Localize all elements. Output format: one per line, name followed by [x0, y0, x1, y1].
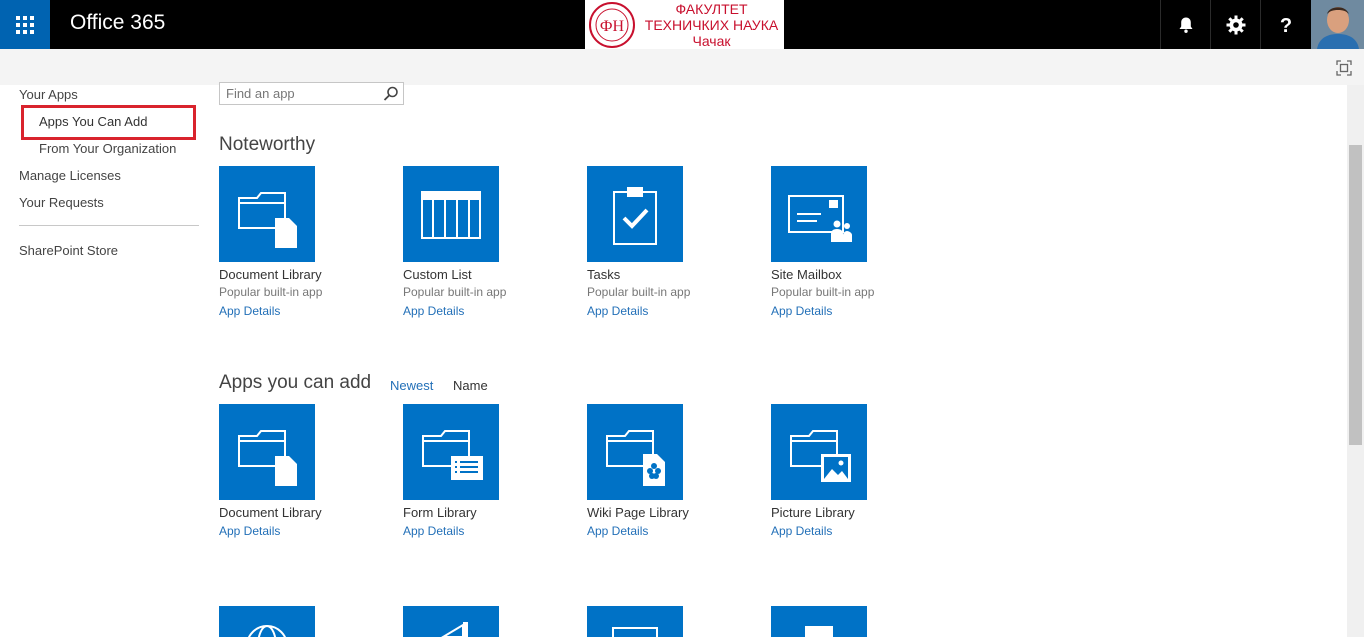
picture-library-tile-icon[interactable] [771, 404, 867, 500]
nav-from-your-organization[interactable]: From Your Organization [39, 141, 176, 156]
window-icon [612, 627, 658, 637]
folder-form-icon [422, 430, 483, 480]
search-input[interactable] [220, 83, 380, 104]
app-details-link[interactable]: App Details [403, 524, 464, 538]
focus-on-content-icon[interactable] [1336, 60, 1352, 76]
nav-your-requests[interactable]: Your Requests [19, 195, 104, 210]
tile-name[interactable]: Site Mailbox [771, 267, 842, 282]
app-details-link[interactable]: App Details [587, 524, 648, 538]
tasks-tile-icon[interactable] [587, 166, 683, 262]
app-title[interactable]: Office 365 [70, 11, 165, 35]
tile-name[interactable]: Custom List [403, 267, 472, 282]
custom-list-tile-icon[interactable] [403, 166, 499, 262]
sort-name-link[interactable]: Name [453, 378, 488, 393]
app-launcher-icon [16, 15, 34, 34]
globe-app-tile-icon[interactable] [219, 606, 315, 637]
folder-document-icon [238, 430, 297, 486]
tile-name[interactable]: Wiki Page Library [587, 505, 689, 520]
folder-wiki-icon [606, 430, 665, 486]
globe-icon [248, 625, 286, 637]
tile-subtitle: Popular built-in app [771, 285, 875, 299]
megaphone-icon [441, 622, 468, 637]
logo-line-3: Чачак [692, 32, 731, 49]
folder-picture-icon [790, 430, 851, 482]
folder-document-icon [238, 192, 297, 248]
app-tile-icon[interactable] [771, 606, 867, 637]
gear-icon [1226, 15, 1245, 34]
notifications-button[interactable] [1160, 0, 1210, 49]
noteworthy-heading: Noteworthy [219, 134, 316, 155]
app-details-link[interactable]: App Details [771, 304, 832, 318]
settings-button[interactable] [1210, 0, 1260, 49]
app-launcher-button[interactable] [0, 0, 50, 49]
user-avatar[interactable] [1311, 0, 1364, 49]
tile-name[interactable]: Picture Library [771, 505, 855, 520]
app-details-link[interactable]: App Details [587, 304, 648, 318]
app-details-link[interactable]: App Details [219, 304, 280, 318]
document-library-tile-icon[interactable] [219, 404, 315, 500]
bell-icon [1179, 17, 1192, 33]
svg-text:ФН: ФН [600, 18, 625, 35]
ribbon-bar [0, 49, 1364, 85]
tile-subtitle: Popular built-in app [587, 285, 691, 299]
sort-newest-link[interactable]: Newest [390, 378, 433, 393]
help-icon: ? [1279, 15, 1291, 35]
page-icon [805, 626, 833, 637]
nav-sharepoint-store[interactable]: SharePoint Store [19, 243, 118, 258]
nav-apps-you-can-add[interactable]: Apps You Can Add [39, 114, 147, 129]
form-library-tile-icon[interactable] [403, 404, 499, 500]
svg-text:?: ? [1279, 15, 1291, 35]
tile-name[interactable]: Document Library [219, 505, 322, 520]
tile-name[interactable]: Form Library [403, 505, 477, 520]
faculty-seal-icon: ФН [585, 0, 639, 49]
announcements-app-tile-icon[interactable] [403, 606, 499, 637]
vertical-scrollbar[interactable] [1347, 85, 1364, 637]
tile-name[interactable]: Tasks [587, 267, 620, 282]
wiki-page-library-tile-icon[interactable] [587, 404, 683, 500]
mailbox-people-icon [788, 195, 852, 242]
logo-line-1: ФАКУЛТЕТ [675, 0, 748, 17]
clipboard-check-icon [613, 187, 657, 245]
nav-manage-licenses[interactable]: Manage Licenses [19, 168, 121, 183]
faculty-logo: ФН ФАКУЛТЕТ ТЕХНИЧКИХ НАУКА Чачак [585, 0, 784, 49]
app-details-link[interactable]: App Details [771, 524, 832, 538]
nav-divider [19, 225, 199, 226]
tile-subtitle: Popular built-in app [219, 285, 323, 299]
app-tile-icon[interactable] [587, 606, 683, 637]
nav-your-apps[interactable]: Your Apps [19, 87, 78, 102]
site-mailbox-tile-icon[interactable] [771, 166, 867, 262]
tile-subtitle: Popular built-in app [403, 285, 507, 299]
app-details-link[interactable]: App Details [403, 304, 464, 318]
logo-line-2: ТЕХНИЧКИХ НАУКА [644, 16, 779, 33]
app-details-link[interactable]: App Details [219, 524, 280, 538]
scrollbar-thumb[interactable] [1349, 145, 1362, 445]
tile-name[interactable]: Document Library [219, 267, 322, 282]
apps-you-can-add-heading: Apps you can add [219, 372, 372, 393]
suite-bar: Office 365 ФН ФАКУЛТЕТ ТЕХНИЧКИХ НАУКА Ч… [0, 0, 1364, 49]
help-button[interactable]: ? [1260, 0, 1310, 49]
search-icon[interactable] [382, 85, 400, 103]
document-library-tile-icon[interactable] [219, 166, 315, 262]
find-app-search [219, 82, 404, 105]
list-grid-icon [421, 191, 481, 239]
